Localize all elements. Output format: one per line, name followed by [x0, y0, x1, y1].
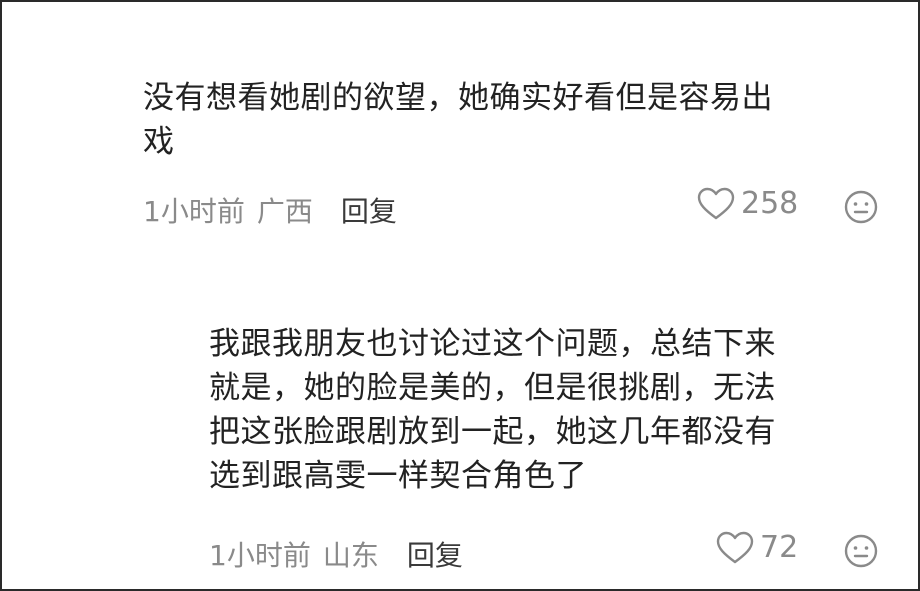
smiley-face-icon: [844, 190, 878, 224]
comment-2-line-4: 选到跟高雯一样契合角色了: [209, 458, 587, 494]
comment-1-text: 没有想看她剧的欲望，她确实好看但是容易出 戏: [143, 76, 883, 164]
comment-1-line-1: 没有想看她剧的欲望，她确实好看但是容易出: [143, 80, 773, 116]
comment-1-like-button[interactable]: 258: [697, 186, 798, 221]
comment-2: 我跟我朋友也讨论过这个问题，总结下来 就是，她的脸是美的，但是很挑剧，无法 把这…: [209, 322, 889, 498]
comment-2-line-1: 我跟我朋友也讨论过这个问题，总结下来: [209, 326, 776, 362]
comment-2-time: 1小时前: [209, 539, 311, 572]
heart-outline-icon: [716, 531, 754, 563]
comment-2-text: 我跟我朋友也讨论过这个问题，总结下来 就是，她的脸是美的，但是很挑剧，无法 把这…: [209, 322, 889, 498]
comment-2-like-count: 72: [760, 530, 799, 565]
comment-1-line-2: 戏: [143, 124, 175, 160]
comment-2-reply-button[interactable]: 回复: [407, 534, 463, 574]
comment-1-react-button[interactable]: [844, 190, 878, 228]
comment-2-react-button[interactable]: [844, 534, 878, 572]
comment-2-meta: 1小时前 山东 回复: [209, 534, 463, 574]
comment-1-like-count: 258: [741, 186, 799, 221]
comment-1-time: 1小时前: [143, 195, 245, 228]
comment-2-like-button[interactable]: 72: [716, 530, 798, 565]
comment-2-line-3: 把这张脸跟剧放到一起，她这几年都没有: [209, 414, 776, 450]
comment-1-meta: 1小时前 广西 回复: [143, 190, 397, 230]
comment-1-reply-button[interactable]: 回复: [341, 190, 397, 230]
comment-2-location: 山东: [322, 539, 379, 572]
heart-outline-icon: [697, 187, 735, 219]
comment-1: 没有想看她剧的欲望，她确实好看但是容易出 戏: [143, 76, 883, 164]
comment-1-location: 广西: [256, 195, 313, 228]
smiley-face-icon: [844, 534, 878, 568]
comment-2-line-2: 就是，她的脸是美的，但是很挑剧，无法: [209, 370, 776, 406]
